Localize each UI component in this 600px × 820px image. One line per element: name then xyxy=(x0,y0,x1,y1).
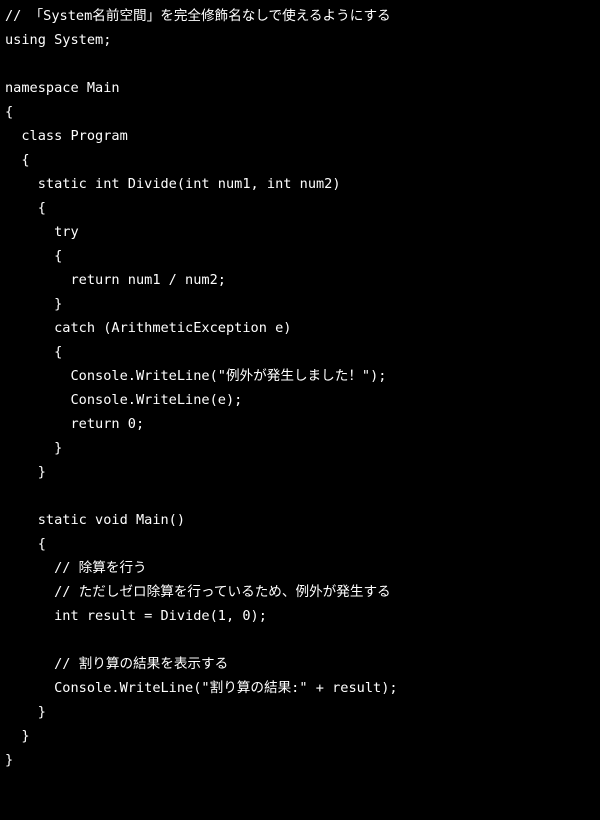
code-listing[interactable]: // 「System名前空間」を完全修飾名なしで使えるようにする using Sy… xyxy=(5,4,600,820)
code-line: } xyxy=(5,464,46,480)
code-line: { xyxy=(5,344,63,360)
code-line: Console.WriteLine("割り算の結果:" + result); xyxy=(5,680,398,696)
code-line: // ただしゼロ除算を行っているため、例外が発生する xyxy=(5,584,391,600)
code-line: { xyxy=(5,200,46,216)
code-line: try xyxy=(5,224,79,240)
code-line: { xyxy=(5,536,46,552)
code-line: // 「System名前空間」を完全修飾名なしで使えるようにする xyxy=(5,8,391,24)
code-line: { xyxy=(5,104,14,120)
code-viewer[interactable]: // 「System名前空間」を完全修飾名なしで使えるようにする using Sy… xyxy=(0,0,600,768)
code-line: // 除算を行う xyxy=(5,560,147,576)
code-line: return 0; xyxy=(5,416,145,432)
code-line: Console.WriteLine(e); xyxy=(5,392,243,408)
code-line: // 割り算の結果を表示する xyxy=(5,656,229,672)
code-line: { xyxy=(5,248,63,264)
code-line: } xyxy=(5,728,30,744)
code-line: return num1 / num2; xyxy=(5,272,226,288)
code-line: using System; xyxy=(5,32,112,48)
code-line: } xyxy=(5,752,14,768)
code-line: class Program xyxy=(5,128,128,144)
code-line: static int Divide(int num1, int num2) xyxy=(5,176,341,192)
code-line: { xyxy=(5,152,30,168)
code-line: } xyxy=(5,440,63,456)
code-line: } xyxy=(5,704,46,720)
code-line: catch (ArithmeticException e) xyxy=(5,320,292,336)
code-line: namespace Main xyxy=(5,80,120,96)
code-line: int result = Divide(1, 0); xyxy=(5,608,267,624)
code-line: } xyxy=(5,296,63,312)
code-line: Console.WriteLine("例外が発生しました！"); xyxy=(5,368,387,384)
code-line: static void Main() xyxy=(5,512,186,528)
